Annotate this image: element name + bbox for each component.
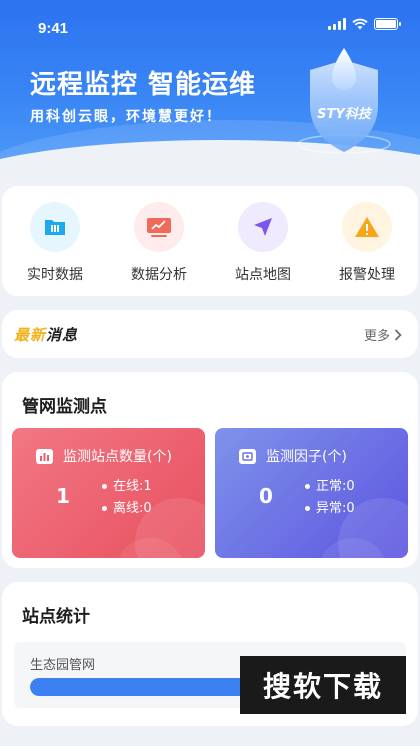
quick-action-data-analysis[interactable]: 数据分析: [114, 202, 204, 284]
station-offline: 离线:0: [102, 498, 152, 520]
quick-action-alarm-handling[interactable]: 报警处理: [322, 202, 412, 284]
monitor-factor-header: 监测因子(个): [239, 446, 347, 466]
quick-action-realtime-data[interactable]: 实时数据: [10, 202, 100, 284]
factor-status-list: 正常:0 异常:0: [305, 476, 355, 520]
warning-icon: [342, 202, 392, 252]
bar-chart-icon: [36, 448, 53, 464]
station-online: 在线:1: [102, 476, 152, 498]
banner-subtitle: 用科创云眼，环境慧更好！: [30, 109, 222, 125]
quick-action-label: 实时数据: [27, 267, 83, 283]
chevron-right-icon: [394, 328, 402, 341]
quick-action-label: 站点地图: [235, 267, 291, 283]
quick-action-site-map[interactable]: 站点地图: [218, 202, 308, 284]
folder-icon: [30, 202, 80, 252]
news-tag: 最新消息: [14, 326, 79, 344]
quick-actions-card: 实时数据 数据分析 站点地图 报警处理: [2, 186, 418, 296]
news-bar[interactable]: 最新消息 更多: [2, 310, 418, 358]
cellular-signal-icon: [328, 18, 346, 30]
site-progress-fill: [30, 678, 255, 696]
monitor-chart-icon: [134, 202, 184, 252]
watermark: 搜软下载: [240, 656, 406, 714]
shield-logo-text: STY科技: [317, 106, 373, 122]
station-total: 1: [56, 484, 70, 508]
factor-abnormal: 异常:0: [305, 498, 355, 520]
station-count-card[interactable]: 监测站点数量(个) 1 在线:1 离线:0: [12, 428, 205, 558]
navigation-arrow-icon: [238, 202, 288, 252]
section-title: 管网监测点: [22, 397, 107, 417]
pipe-monitor-card: 管网监测点 监测站点数量(个) 1 在线:1 离线:0 监测因子(个) 0 正常…: [2, 372, 418, 568]
station-status-list: 在线:1 离线:0: [102, 476, 152, 520]
screen-icon: [239, 448, 256, 464]
quick-action-label: 数据分析: [131, 267, 187, 283]
wifi-icon: [352, 18, 368, 30]
monitor-factor-card[interactable]: 监测因子(个) 0 正常:0 异常:0: [215, 428, 408, 558]
station-count-header: 监测站点数量(个): [36, 446, 172, 466]
more-link[interactable]: 更多: [364, 325, 402, 344]
site-name: 生态园管网: [30, 658, 96, 673]
status-icons: [328, 18, 401, 30]
status-time: 9:41: [38, 20, 69, 37]
factor-total: 0: [259, 484, 273, 508]
quick-action-label: 报警处理: [339, 267, 395, 283]
banner: 9:41 远程监控 智能运维 用科创云眼，环境慧更好！ STY科技: [0, 0, 420, 178]
battery-icon: [374, 18, 401, 30]
banner-title: 远程监控 智能运维: [30, 70, 257, 100]
section-title: 站点统计: [22, 607, 90, 627]
shield-logo-icon: STY科技: [297, 48, 391, 154]
factor-normal: 正常:0: [305, 476, 355, 498]
